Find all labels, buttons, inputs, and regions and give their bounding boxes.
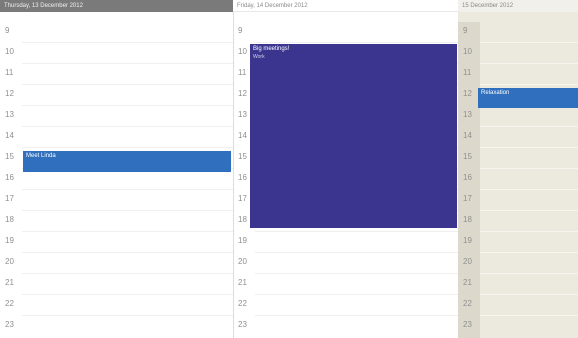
hour-line — [480, 210, 578, 211]
hour-label: 9 — [5, 26, 10, 35]
hour-label: 23 — [5, 320, 14, 329]
hour-line — [480, 315, 578, 316]
hour-line — [22, 294, 233, 295]
hour-label: 21 — [5, 278, 14, 287]
hour-label: 23 — [238, 320, 247, 329]
hour-label: 16 — [463, 173, 472, 182]
hour-label: 12 — [5, 89, 14, 98]
day-column-friday: Friday, 14 December 2012 9 10 11 12 13 1… — [233, 0, 458, 338]
hour-line — [480, 294, 578, 295]
hour-label: 11 — [5, 68, 14, 77]
hour-label: 18 — [463, 215, 472, 224]
hour-label: 11 — [463, 68, 472, 77]
day-header[interactable]: 15 December 2012 — [458, 0, 578, 12]
time-grid[interactable] — [22, 22, 233, 338]
hour-label: 19 — [463, 236, 472, 245]
hour-label: 22 — [5, 299, 14, 308]
hour-label: 21 — [463, 278, 472, 287]
hour-line — [22, 252, 233, 253]
hour-label: 19 — [238, 236, 247, 245]
event-meet-linda[interactable]: Meet Linda — [23, 151, 231, 172]
hour-line — [480, 42, 578, 43]
hour-line — [255, 294, 458, 295]
hour-line — [480, 126, 578, 127]
hour-line — [22, 84, 233, 85]
hour-label: 15 — [463, 152, 472, 161]
hour-line — [22, 63, 233, 64]
hour-line — [255, 231, 458, 232]
hour-line — [480, 147, 578, 148]
hour-line — [255, 273, 458, 274]
day-column-thursday: Thursday, 13 December 2012 9 10 11 12 13… — [0, 0, 233, 338]
hour-line — [480, 273, 578, 274]
hour-label: 14 — [463, 131, 472, 140]
hour-label: 10 — [5, 47, 14, 56]
hour-label: 20 — [238, 257, 247, 266]
hour-label: 21 — [238, 278, 247, 287]
hour-label: 20 — [5, 257, 14, 266]
event-title: Big meetings! — [253, 46, 290, 52]
hour-label: 20 — [463, 257, 472, 266]
hour-line — [480, 231, 578, 232]
hour-line — [480, 168, 578, 169]
hour-column: 9 10 11 12 13 14 15 16 17 18 19 20 21 22… — [458, 22, 480, 338]
hour-line — [22, 42, 233, 43]
hour-line — [480, 84, 578, 85]
hour-label: 18 — [5, 215, 14, 224]
time-grid[interactable] — [480, 22, 578, 338]
event-relaxation[interactable]: Relaxation — [478, 88, 578, 108]
hour-label: 17 — [463, 194, 472, 203]
event-title: Relaxation — [481, 90, 510, 96]
hour-label: 13 — [5, 110, 14, 119]
hour-column: 9 10 11 12 13 14 15 16 17 18 19 20 21 22… — [0, 22, 22, 338]
event-title: Meet Linda — [26, 153, 56, 159]
day-column-saturday: 15 December 2012 9 10 11 12 13 14 15 16 … — [458, 0, 578, 338]
hour-label: 15 — [5, 152, 14, 161]
event-subtitle: Work — [253, 54, 265, 60]
day-header[interactable]: Friday, 14 December 2012 — [233, 0, 458, 12]
day-header[interactable]: Thursday, 13 December 2012 — [0, 0, 233, 12]
hour-label: 16 — [5, 173, 14, 182]
hour-line — [22, 105, 233, 106]
hour-label: 13 — [463, 110, 472, 119]
hour-label: 17 — [5, 194, 14, 203]
hour-label: 12 — [463, 89, 472, 98]
hour-label: 14 — [5, 131, 14, 140]
hour-label: 9 — [238, 26, 243, 35]
hour-line — [480, 189, 578, 190]
hour-label: 10 — [463, 47, 472, 56]
hour-line — [22, 126, 233, 127]
hour-line — [255, 252, 458, 253]
hour-label: 19 — [5, 236, 14, 245]
hour-label: 22 — [238, 299, 247, 308]
hour-line — [22, 210, 233, 211]
hour-line — [22, 147, 233, 148]
hour-line — [22, 189, 233, 190]
hour-line — [22, 231, 233, 232]
hour-line — [255, 315, 458, 316]
hour-label: 22 — [463, 299, 472, 308]
hour-line — [480, 252, 578, 253]
hour-line — [22, 273, 233, 274]
event-big-meetings[interactable]: Big meetings! Work — [250, 44, 457, 228]
hour-line — [480, 63, 578, 64]
hour-label: 23 — [463, 320, 472, 329]
hour-label: 9 — [463, 26, 468, 35]
hour-line — [255, 42, 458, 43]
hour-line — [22, 315, 233, 316]
